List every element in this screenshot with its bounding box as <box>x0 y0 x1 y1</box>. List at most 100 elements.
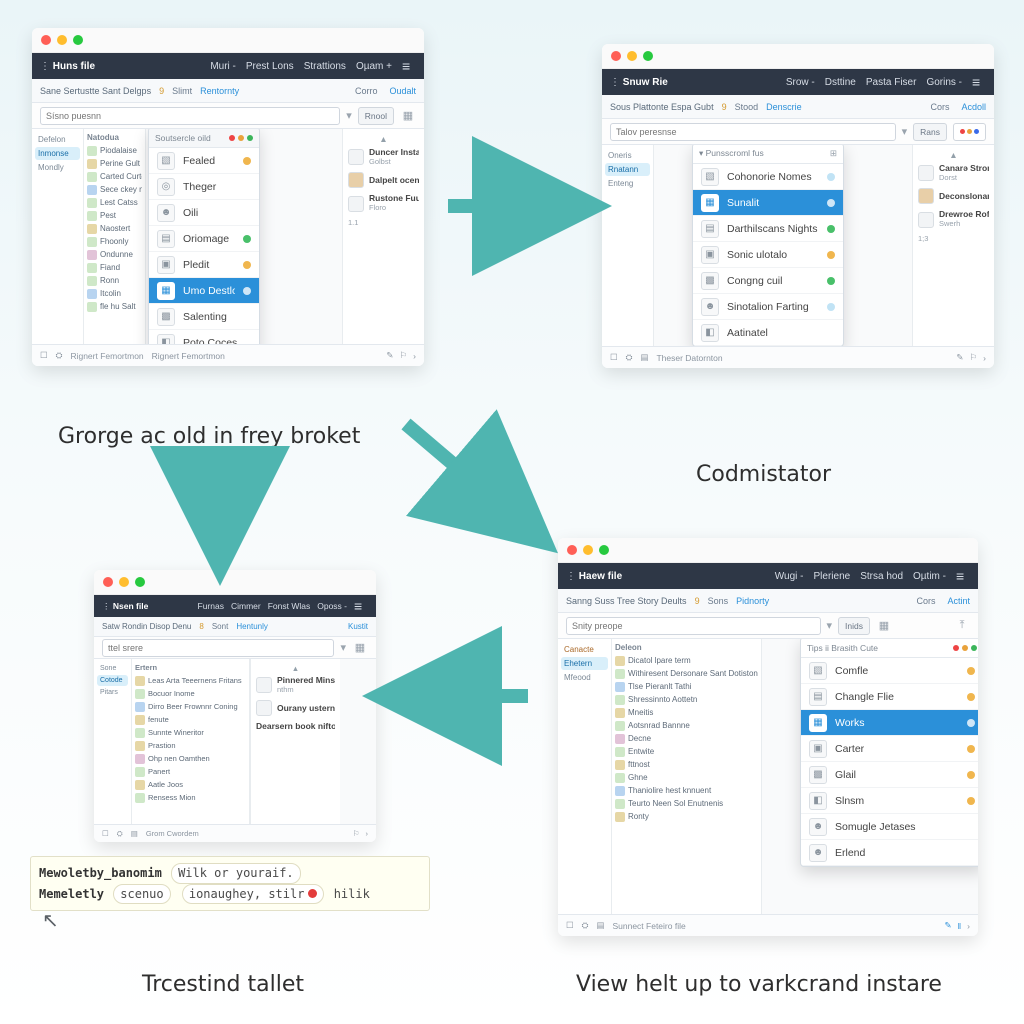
icon[interactable]: ⚐ <box>353 829 360 838</box>
lnav-item[interactable]: Enteng <box>605 177 650 190</box>
right-tab[interactable]: Oudalt <box>389 86 416 96</box>
tab[interactable]: Sons <box>708 596 729 606</box>
dropdown-item[interactable]: ☻Erlend <box>801 840 978 866</box>
tree-row[interactable]: Mneitis <box>615 706 758 719</box>
dropdown-item-selected[interactable]: ▦Umo Destlo <box>149 278 259 304</box>
lnav-item-selected[interactable]: Inmonse <box>35 147 80 160</box>
dropdown-item[interactable]: ▣Sonic ulotalo <box>693 242 843 268</box>
right-tab[interactable]: Actint <box>947 596 970 606</box>
right-row[interactable]: Canarə StronesDorst <box>918 164 989 182</box>
nav-item[interactable]: Pasta Fiser <box>866 77 917 88</box>
nav-item[interactable]: Oposs - <box>317 601 347 611</box>
right-tab[interactable]: Cors <box>930 102 949 112</box>
menu-icon[interactable]: ⋮ <box>566 571 576 582</box>
lnav-item-selected[interactable]: Rnatann <box>605 163 650 176</box>
tree-row[interactable]: Ronn <box>87 274 142 287</box>
dropdown-item[interactable]: ☻Oili <box>149 200 259 226</box>
dropdown-item[interactable]: ◧Slnsm <box>801 788 978 814</box>
tree-row[interactable]: fle hu Salt <box>87 300 142 313</box>
dropdown-item[interactable]: ▩Salenting <box>149 304 259 330</box>
status-icon[interactable]: ☐ <box>566 920 574 931</box>
right-tab[interactable]: Cors <box>916 596 935 606</box>
tree-row[interactable]: Teurto Neen Sol Enutnenis <box>615 797 758 810</box>
tree-row[interactable]: Prastion <box>135 739 246 752</box>
edit-icon[interactable]: ✎ <box>956 352 963 363</box>
right-tab[interactable]: Kustit <box>348 622 368 631</box>
tree-row[interactable]: Sunnte Wineritor <box>135 726 246 739</box>
upload-icon[interactable]: ⤒ <box>954 618 970 634</box>
tree-row[interactable]: Dirro Beer Frownnr Coning <box>135 700 246 713</box>
tab-active[interactable]: Denscrie <box>766 102 802 112</box>
tree-row[interactable]: Itcolin <box>87 287 142 300</box>
hamburger-icon[interactable] <box>956 569 970 584</box>
right-tab[interactable]: Acdoll <box>961 102 986 112</box>
flag-icon[interactable]: ⚐ <box>970 352 978 363</box>
tree-row[interactable]: Pest <box>87 209 142 222</box>
tree-row[interactable]: Tlse Pieranlt Tathi <box>615 680 758 693</box>
nav-item[interactable]: Pleriene <box>814 571 851 582</box>
icon[interactable]: › <box>366 829 369 838</box>
dropdown-item[interactable]: ▧Fealed <box>149 148 259 174</box>
flag-icon[interactable]: ⚐ <box>400 350 408 361</box>
pill-button[interactable]: Inids <box>838 617 870 635</box>
dropdown-item[interactable]: ▣Carter <box>801 736 978 762</box>
tree-row[interactable]: Ondunne <box>87 248 142 261</box>
tree-row[interactable]: Decne <box>615 732 758 745</box>
search-input[interactable] <box>40 107 340 125</box>
tree-row[interactable]: Aatle Joos <box>135 778 246 791</box>
edit-icon[interactable]: ✎ <box>945 920 952 931</box>
nav-item[interactable]: Fonst Wlas <box>268 601 311 611</box>
lnav-item[interactable]: Mondly <box>35 161 80 174</box>
status-icon[interactable]: ☐ <box>40 350 48 361</box>
tree-row[interactable]: Panert <box>135 765 246 778</box>
tree-row[interactable]: Perine Gult <box>87 157 142 170</box>
grid-icon[interactable]: ▦ <box>400 108 416 124</box>
lnav-item[interactable]: Sone <box>97 663 128 674</box>
nav-item[interactable]: Oµtim - <box>913 571 946 582</box>
nav-item[interactable]: Wugi - <box>775 571 804 582</box>
nav-item[interactable]: Cimmer <box>231 601 261 611</box>
edit-icon[interactable]: ✎ <box>386 350 393 361</box>
tree-row[interactable]: Rensess Mion <box>135 791 246 804</box>
pill-button[interactable]: Rans <box>913 123 947 141</box>
right-row[interactable]: Deconslonanet Filios <box>918 188 989 204</box>
menu-icon[interactable]: ⋮ <box>102 601 111 612</box>
next-icon[interactable]: › <box>413 351 416 361</box>
tab-active[interactable]: Hentunly <box>236 622 268 631</box>
dropdown-item-selected[interactable]: ▦Sunalit <box>693 190 843 216</box>
dropdown-item[interactable]: ◧Aatinatel <box>693 320 843 346</box>
nav-item[interactable]: Muri - <box>210 61 236 72</box>
nav-item[interactable]: Strsa hod <box>860 571 903 582</box>
right-row[interactable]: Rustone FuuotnucsFloro <box>348 194 419 212</box>
nav-item[interactable]: Srow - <box>786 77 815 88</box>
search-input[interactable] <box>610 123 896 141</box>
tree-row[interactable]: Naostert <box>87 222 142 235</box>
tree-row[interactable]: Sece ckey nem <box>87 183 142 196</box>
tree-row[interactable]: Carted Curter <box>87 170 142 183</box>
dropdown-item[interactable]: ▣Pledit <box>149 252 259 278</box>
dropdown-item[interactable]: ▤Darthilscans Nights <box>693 216 843 242</box>
nav-item[interactable]: Gorins - <box>926 77 962 88</box>
next-icon[interactable]: › <box>967 921 970 931</box>
right-row[interactable]: Drewroe RofohlestoSwerh <box>918 210 989 228</box>
right-row[interactable]: Dalpelt ocencome <box>348 172 419 188</box>
status-icon[interactable]: ⛭ <box>626 352 633 363</box>
tree-row[interactable]: Lest Catss <box>87 196 142 209</box>
tree-row[interactable]: Ghne <box>615 771 758 784</box>
badge-box[interactable] <box>953 123 986 141</box>
dropdown-item[interactable]: ◎Theger <box>149 174 259 200</box>
lnav-item-selected[interactable]: Ehetern <box>561 657 608 670</box>
tree-row[interactable]: Leas Arta Teeernens Fritans <box>135 674 246 687</box>
tab-active[interactable]: Pidnorty <box>736 596 769 606</box>
tree-row[interactable]: Withiresent Dersonare Sant Dotiston <box>615 667 758 680</box>
status-icon[interactable]: ☐ <box>610 352 618 363</box>
lnav-item[interactable]: Defelon <box>35 133 80 146</box>
lnav-item[interactable]: Canacte <box>561 643 608 656</box>
lnav-item-selected[interactable]: Cotode <box>97 675 128 686</box>
status-icon[interactable]: ☐ <box>102 829 109 838</box>
hamburger-icon[interactable] <box>972 75 986 90</box>
pause-icon[interactable]: ‖ <box>958 921 962 931</box>
grid-icon[interactable]: ▦ <box>876 618 892 634</box>
dropdown-item[interactable]: ▧Comfle <box>801 658 978 684</box>
tab[interactable]: Stood <box>735 102 759 112</box>
